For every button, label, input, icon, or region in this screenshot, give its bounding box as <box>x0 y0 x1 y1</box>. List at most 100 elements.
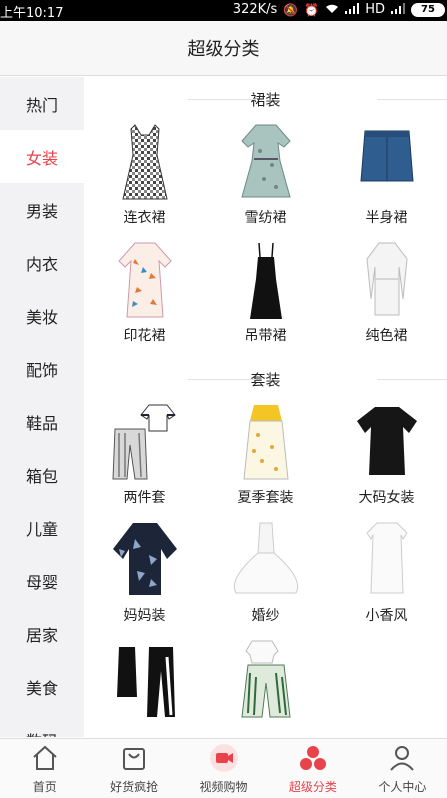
category-item-print-dress[interactable]: 印花裙 <box>84 239 205 357</box>
sport-set-icon <box>105 637 185 721</box>
battery-level: 75 <box>421 4 435 15</box>
sidebar-item-kids[interactable]: 儿童 <box>0 501 84 554</box>
mom-blouse-icon <box>105 519 185 603</box>
sidebar-item-beauty[interactable]: 美妆 <box>0 289 84 342</box>
category-item-label: 雪纺裙 <box>244 210 287 226</box>
section-grid-sets: 两件套 夏季套装 大码女装 妈妈装 婚纱 小香风 <box>84 401 447 737</box>
page-title-bar: 超级分类 <box>0 21 447 76</box>
alarm-icon: ⏰ <box>304 2 320 17</box>
network-type: HD <box>365 2 385 17</box>
sidebar-item-womens[interactable]: 女装 <box>0 130 84 183</box>
tab-super-category[interactable]: 超级分类 <box>268 739 357 798</box>
category-item-label: 纯色裙 <box>365 328 408 344</box>
tab-profile[interactable]: 个人中心 <box>358 739 447 798</box>
category-item-wedding[interactable]: 婚纱 <box>205 519 326 637</box>
section-title-sets: 套装 <box>84 357 447 401</box>
denim-skirt-icon <box>347 121 427 205</box>
category-item-label: 婚纱 <box>251 608 280 624</box>
sidebar-item-accessories[interactable]: 配饰 <box>0 342 84 395</box>
battery-icon: 75 <box>411 2 445 17</box>
tab-hot-deals[interactable]: 好货疯抢 <box>89 739 178 798</box>
category-item-mom-wear[interactable]: 妈妈装 <box>84 519 205 637</box>
tab-label: 超级分类 <box>288 779 337 794</box>
sidebar-item-baby[interactable]: 母婴 <box>0 554 84 607</box>
tab-label: 视频购物 <box>199 779 248 794</box>
section-title-text: 套装 <box>250 370 281 389</box>
status-indicators: 322K/s 🔕 ⏰ HD 75 <box>233 2 445 17</box>
sidebar-item-label: 女装 <box>25 148 58 168</box>
sidebar-item-underwear[interactable]: 内衣 <box>0 236 84 289</box>
section-title-text: 裙装 <box>250 90 281 109</box>
category-item-label: 小香风 <box>365 608 408 624</box>
white-dress-icon <box>347 239 427 323</box>
wedding-gown-icon <box>226 519 306 603</box>
section-title-dresses: 裙装 <box>84 77 447 121</box>
category-item-label: 吊带裙 <box>244 328 287 344</box>
category-item-label: 印花裙 <box>123 328 166 344</box>
category-content[interactable]: 裙装 连衣裙 雪纺裙 半身裙 印花裙 吊带裙 纯色裙 套装 两件套 夏季套装 大… <box>84 77 447 737</box>
sidebar-item-label: 箱包 <box>25 466 58 486</box>
category-item-dress[interactable]: 连衣裙 <box>84 121 205 239</box>
category-item-solid-dress[interactable]: 纯色裙 <box>326 239 447 357</box>
black-tee-icon <box>347 401 427 485</box>
sidebar-item-mens[interactable]: 男装 <box>0 183 84 236</box>
video-camera-icon <box>209 743 239 776</box>
net-speed: 322K/s <box>232 2 278 17</box>
user-icon <box>387 743 417 776</box>
sidebar-item-label: 美食 <box>25 678 58 698</box>
category-item-summer-set[interactable]: 夏季套装 <box>205 401 326 519</box>
category-item-label: 大码女装 <box>358 490 415 506</box>
sidebar-item-label: 鞋品 <box>25 413 58 433</box>
category-item-plus-size[interactable]: 大码女装 <box>326 401 447 519</box>
tab-label: 个人中心 <box>378 779 427 794</box>
two-piece-set-icon <box>105 401 185 485</box>
home-icon <box>30 743 60 776</box>
category-item-label: 夏季套装 <box>237 490 294 506</box>
chiffon-dress-icon <box>226 121 306 205</box>
section-grid-dresses: 连衣裙 雪纺裙 半身裙 印花裙 吊带裙 纯色裙 <box>84 121 447 357</box>
status-time: 上午10:17 <box>0 6 64 21</box>
status-bar: 上午10:17 322K/s 🔕 ⏰ HD 75 <box>0 0 447 21</box>
category-item-label: 妈妈装 <box>123 608 166 624</box>
sidebar-item-digital[interactable]: 数码 <box>0 713 84 738</box>
page-title: 超级分类 <box>187 39 260 60</box>
sidebar-item-food[interactable]: 美食 <box>0 660 84 713</box>
bottom-tab-bar: 首页 好货疯抢 视频购物 超级分类 个人中心 <box>0 738 447 798</box>
category-item-skirt[interactable]: 半身裙 <box>326 121 447 239</box>
sidebar-item-home[interactable]: 居家 <box>0 607 84 660</box>
category-item-two-piece[interactable]: 两件套 <box>84 401 205 519</box>
sidebar-item-label: 母婴 <box>25 572 58 592</box>
category-item-slip-dress[interactable]: 吊带裙 <box>205 239 326 357</box>
category-item-label: 两件套 <box>123 490 166 506</box>
gingham-dress-icon <box>105 121 185 205</box>
sidebar-item-label: 数码 <box>26 728 58 738</box>
slip-dress-icon <box>226 239 306 323</box>
tab-home[interactable]: 首页 <box>0 739 89 798</box>
sidebar-item-label: 内衣 <box>25 254 58 274</box>
bag-icon <box>119 743 149 776</box>
print-dress-icon <box>105 239 185 323</box>
category-item-chiffon[interactable]: 雪纺裙 <box>205 121 326 239</box>
category-item-sport-set[interactable] <box>84 637 205 737</box>
signal-icon <box>345 2 360 17</box>
white-tweed-dress-icon <box>347 519 427 603</box>
wide-pants-set-icon <box>226 637 306 721</box>
category-sidebar[interactable]: 热门 女装 男装 内衣 美妆 配饰 鞋品 箱包 儿童 母婴 居家 美食 数码 <box>0 77 84 737</box>
category-item-label: 连衣裙 <box>123 210 166 226</box>
category-item-pants-set[interactable] <box>205 637 326 737</box>
category-item-label: 半身裙 <box>365 210 408 226</box>
sidebar-item-shoes[interactable]: 鞋品 <box>0 395 84 448</box>
wifi-icon <box>325 3 339 17</box>
sidebar-item-hot[interactable]: 热门 <box>0 77 84 130</box>
signal-icon-2 <box>391 2 405 17</box>
category-dots-icon <box>298 743 328 776</box>
sidebar-item-label: 儿童 <box>25 519 58 539</box>
sidebar-item-label: 配饰 <box>25 360 58 380</box>
sidebar-item-bags[interactable]: 箱包 <box>0 448 84 501</box>
sidebar-item-label: 美妆 <box>25 307 58 327</box>
sidebar-item-label: 居家 <box>25 625 58 645</box>
tab-video-shopping[interactable]: 视频购物 <box>179 739 268 798</box>
sidebar-item-label: 男装 <box>25 201 58 221</box>
tab-label: 好货疯抢 <box>110 779 159 794</box>
category-item-chanel-style[interactable]: 小香风 <box>326 519 447 637</box>
